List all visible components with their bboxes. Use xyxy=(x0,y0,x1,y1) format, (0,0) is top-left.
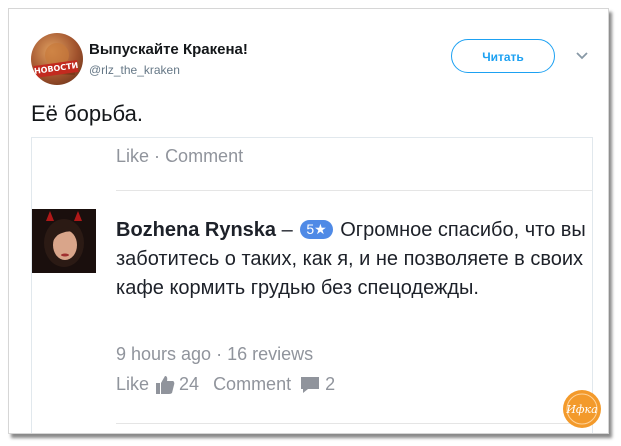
comment-body: Bozhena Rynska – 5★ Огромное спасибо, чт… xyxy=(116,216,590,303)
watermark-logo-text: Ифка xyxy=(565,403,597,416)
comment-actions: Like 24 Comment 2 xyxy=(116,374,335,395)
tweet-frame: НОВОСТИ Выпускайте Кракена! @rlz_the_kra… xyxy=(8,8,609,434)
top-separator: · xyxy=(154,146,161,166)
user-avatar[interactable]: НОВОСТИ xyxy=(31,33,83,85)
meta-separator: · xyxy=(216,344,223,364)
rating-badge: 5★ xyxy=(300,220,333,239)
reviews-count[interactable]: 16 reviews xyxy=(227,344,313,364)
like-count: 24 xyxy=(179,374,200,394)
comment-author[interactable]: Bozhena Rynska xyxy=(116,219,276,241)
commenter-avatar[interactable] xyxy=(32,209,96,273)
thumbs-up-icon xyxy=(156,375,175,394)
bottom-divider xyxy=(116,423,592,424)
user-handle[interactable]: @rlz_the_kraken xyxy=(89,63,180,77)
comment-link[interactable]: Comment xyxy=(213,374,291,395)
commenter-photo-icon xyxy=(32,209,96,273)
top-actions: Like · Comment xyxy=(116,146,243,167)
author-dash: – xyxy=(281,219,293,241)
top-like-link[interactable]: Like xyxy=(116,146,149,166)
divider xyxy=(116,190,592,191)
embedded-comment-card: Like · Comment Bozhena Rynska – 5★ Огром… xyxy=(31,137,593,433)
speech-bubble-icon xyxy=(301,376,320,393)
comment-meta: 9 hours ago · 16 reviews xyxy=(116,344,313,365)
comment-count: 2 xyxy=(325,374,336,394)
chevron-down-icon[interactable] xyxy=(575,51,589,61)
top-comment-link[interactable]: Comment xyxy=(165,146,243,166)
watermark-logo-icon: Ифка xyxy=(563,390,601,428)
tweet-text: Её борьба. xyxy=(31,101,143,126)
comment-time[interactable]: 9 hours ago xyxy=(116,344,211,364)
like-link[interactable]: Like xyxy=(116,374,149,395)
follow-button[interactable]: Читать xyxy=(451,39,555,73)
display-name[interactable]: Выпускайте Кракена! xyxy=(89,41,248,58)
